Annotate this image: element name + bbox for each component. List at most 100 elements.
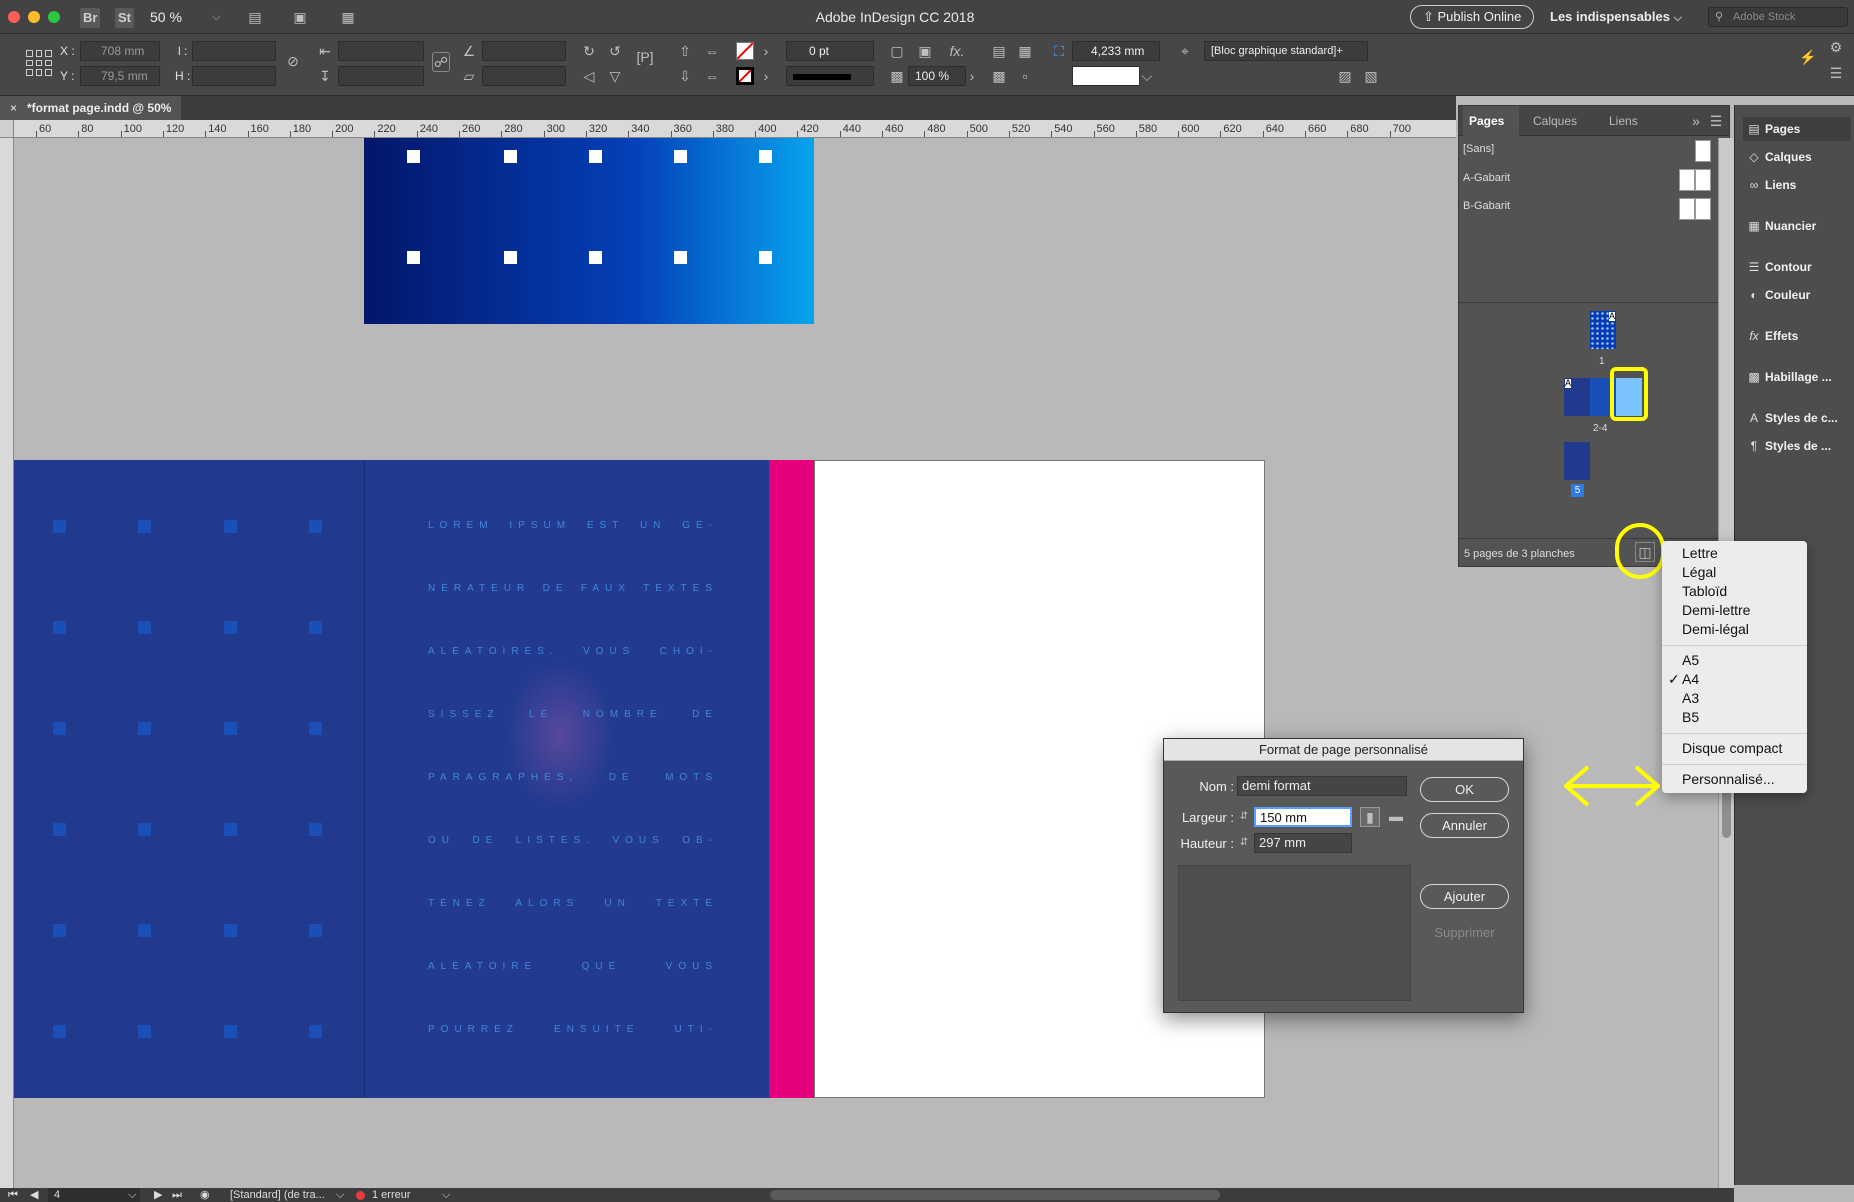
view-options-icon[interactable]: ▤ [245, 8, 265, 26]
dock-pages[interactable]: ▤ Pages [1743, 117, 1851, 141]
double-chevron-icon[interactable]: » [1689, 112, 1703, 130]
lorem-text-frame[interactable]: LOREM IPSUM EST UN GÉ- NÉRATEUR DE FAUX … [428, 520, 718, 1080]
portrait-orientation-icon[interactable]: ▮ [1360, 807, 1380, 827]
chevron-right-icon[interactable]: › [760, 67, 772, 85]
stroke-frame-icon[interactable]: ▣ [916, 42, 934, 60]
dock-liens[interactable]: ∞ Liens [1743, 173, 1851, 197]
constrain-proportions-icon[interactable]: ⊘ [284, 52, 302, 70]
top-page-graphic[interactable] [364, 138, 814, 324]
content-grabber-icon[interactable]: ▨ [1336, 67, 1354, 85]
horizontal-ruler[interactable]: 60 80 100 120 140 160 180 200 220 240 260 280 300 320… [14, 120, 1456, 138]
shear-field[interactable] [482, 66, 566, 86]
master-thumb-sans[interactable] [1695, 140, 1711, 162]
path-type-icon[interactable]: [P] [632, 48, 658, 66]
y-position-field[interactable]: 79,5 mm [80, 66, 160, 86]
tab-calques[interactable]: Calques [1533, 106, 1577, 136]
effects-fx-icon[interactable]: fx. [946, 42, 968, 60]
dock-contour[interactable]: ☰ Contour [1743, 255, 1851, 279]
last-page-icon[interactable]: ⏭ [172, 1188, 182, 1202]
text-wrap-jump-icon[interactable]: ▫ [1016, 67, 1034, 85]
frame-fitting-icon[interactable]: ⌖ [1176, 42, 1194, 60]
first-page-icon[interactable]: ⏮ [8, 1188, 18, 1202]
stroke-align-icon[interactable]: ▢ [888, 42, 906, 60]
height-field[interactable]: 297 mm [1254, 833, 1352, 853]
dock-habillage[interactable]: ▩ Habillage ... [1743, 365, 1851, 389]
menu-item-demi-legal[interactable]: Demi-légal [1682, 621, 1749, 637]
master-thumb-b-right[interactable] [1695, 198, 1711, 220]
page-thumb-5[interactable] [1564, 442, 1590, 480]
delete-button[interactable]: Supprimer [1420, 920, 1509, 945]
select-container-icon[interactable]: ⇧ [676, 42, 694, 60]
horizontal-scrollbar[interactable] [770, 1190, 1220, 1200]
menu-item-b5[interactable]: B5 [1682, 709, 1699, 725]
flip-horizontal-icon[interactable]: ◁ [580, 67, 598, 85]
select-content-icon[interactable]: ⇩ [676, 67, 694, 85]
stroke-weight-field[interactable]: 0 pt [786, 41, 874, 61]
master-thumb-a-left[interactable] [1679, 169, 1695, 191]
landscape-orientation-icon[interactable]: ▬ [1386, 807, 1406, 825]
workspace-switcher[interactable]: Les indispensables ⌵ [1550, 9, 1682, 25]
magenta-band[interactable] [769, 460, 814, 1098]
bridge-button[interactable]: Br [80, 8, 101, 28]
auto-fit-icon[interactable]: ⛶ [1050, 42, 1068, 60]
page-number-field[interactable]: 4 [48, 1188, 140, 1202]
middle-page[interactable]: LOREM IPSUM EST UN GÉ- NÉRATEUR DE FAUX … [364, 460, 769, 1098]
dock-styles-paragraphe[interactable]: ¶ Styles de ... [1743, 434, 1851, 458]
scale-y-field[interactable] [338, 66, 424, 86]
master-thumb-a-right[interactable] [1695, 169, 1711, 191]
publish-online-button[interactable]: ⇧ Publish Online [1410, 5, 1535, 29]
menu-item-legal[interactable]: Légal [1682, 564, 1716, 580]
scale-x-field[interactable] [338, 41, 424, 61]
master-b[interactable]: B-Gabarit [1463, 200, 1510, 212]
flip-vertical-icon[interactable]: ▽ [606, 67, 624, 85]
frame-offset-field[interactable]: 4,233 mm [1072, 41, 1160, 61]
rotate-ccw-icon[interactable]: ↺ [606, 42, 624, 60]
master-sans[interactable]: [Sans] [1463, 143, 1494, 155]
menu-item-a3[interactable]: A3 [1682, 690, 1699, 706]
cancel-button[interactable]: Annuler [1420, 813, 1509, 838]
text-wrap-bbox-icon[interactable]: ▦ [1016, 42, 1034, 60]
stroke-color-preview[interactable] [1072, 66, 1140, 86]
next-page-icon[interactable]: ▶ [154, 1188, 162, 1202]
menu-item-a5[interactable]: A5 [1682, 652, 1699, 668]
dock-effets[interactable]: fx Effets [1743, 324, 1851, 348]
stock-search-input[interactable]: ⚲ Adobe Stock [1708, 7, 1848, 27]
lightning-icon[interactable]: ⚡ [1798, 48, 1818, 66]
fill-none-swatch[interactable] [736, 42, 754, 60]
menu-item-a4[interactable]: A4 [1682, 671, 1699, 687]
panel-menu-icon[interactable]: ☰ [1709, 112, 1723, 130]
select-next-icon[interactable]: ⇔ [702, 42, 722, 60]
vertical-ruler[interactable] [0, 138, 14, 1188]
chevron-down-icon[interactable]: ⌵ [128, 1188, 136, 1202]
close-icon[interactable]: × [10, 101, 17, 115]
reference-point-icon[interactable] [26, 50, 52, 76]
chevron-down-icon[interactable]: ⌵ [336, 1188, 344, 1202]
stroke-type-select[interactable] [786, 66, 874, 86]
tab-format-page[interactable]: × *format page.indd @ 50% [0, 96, 182, 120]
zoom-window-button[interactable] [48, 11, 60, 23]
stepper-icon[interactable]: ⇵ [1237, 808, 1251, 826]
arrange-documents-icon[interactable]: ▦ [338, 8, 358, 26]
rotation-field[interactable] [482, 41, 566, 61]
rotate-cw-icon[interactable]: ↻ [580, 42, 598, 60]
tab-pages[interactable]: Pages [1463, 106, 1519, 136]
menu-item-tabloid[interactable]: Tabloïd [1682, 583, 1727, 599]
chevron-right-icon[interactable]: › [760, 42, 772, 60]
previous-page-icon[interactable]: ◀ [30, 1188, 38, 1202]
x-position-field[interactable]: 708 mm [80, 41, 160, 61]
screen-mode-icon[interactable]: ▣ [290, 8, 310, 26]
ok-button[interactable]: OK [1420, 777, 1509, 802]
menu-item-personnalise[interactable]: Personnalisé... [1682, 771, 1775, 787]
width-field[interactable]: 150 mm [1254, 807, 1352, 827]
stroke-swatch[interactable] [736, 67, 754, 85]
left-page[interactable] [14, 460, 364, 1098]
stepper-icon[interactable]: ⇵ [1237, 834, 1251, 852]
menu-item-disque-compact[interactable]: Disque compact [1682, 740, 1782, 756]
opacity-field[interactable]: 100 % [908, 66, 966, 86]
zoom-level[interactable]: 50 % [150, 9, 182, 25]
select-previous-icon[interactable]: ⇔ [702, 67, 722, 85]
chevron-down-icon[interactable]: ⌵ [212, 11, 220, 24]
page-thumb-2[interactable]: A [1564, 378, 1590, 416]
frame-edit-icon[interactable]: ▧ [1362, 67, 1380, 85]
tab-liens[interactable]: Liens [1609, 106, 1638, 136]
